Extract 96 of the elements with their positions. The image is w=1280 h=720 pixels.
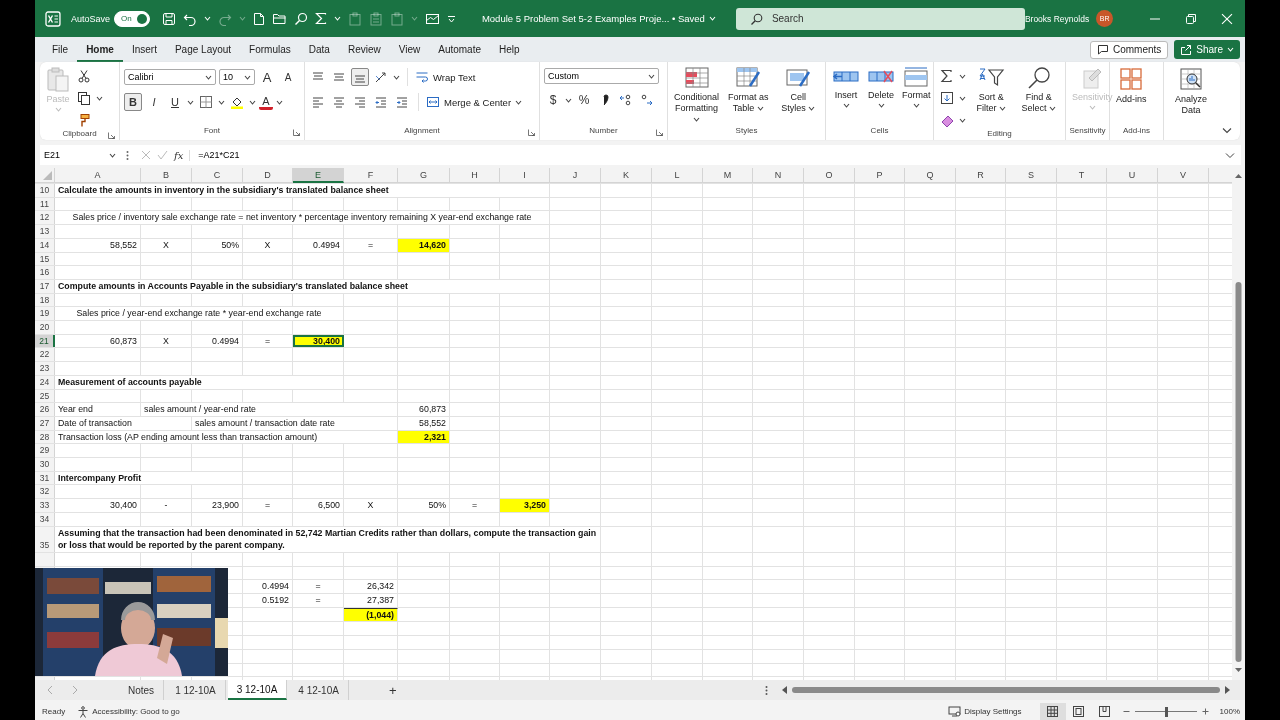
- add-sheet-button[interactable]: +: [388, 682, 397, 698]
- group-label: Styles: [735, 126, 758, 137]
- insert-function-button[interactable]: fx: [174, 149, 184, 161]
- column-header[interactable]: N: [753, 168, 804, 183]
- group-label: Clipboard: [62, 129, 97, 140]
- ribbon-button[interactable]: Add-ins: [1114, 66, 1149, 105]
- ribbon-button[interactable]: Delete: [865, 66, 897, 108]
- user-name: Brooks Reynolds: [1024, 13, 1090, 24]
- ribbon-button[interactable]: Format as Table: [724, 66, 773, 114]
- sheet-tab[interactable]: 3 12-10A: [227, 680, 288, 700]
- font-size-dropdown[interactable]: 10: [219, 69, 255, 85]
- zoom-level[interactable]: 100%: [1219, 707, 1240, 716]
- row-header[interactable]: 12: [35, 211, 55, 225]
- menu-tab[interactable]: Help: [490, 37, 529, 62]
- menu-tab[interactable]: Automate: [429, 37, 491, 62]
- autosave-label: AutoSave: [70, 13, 110, 24]
- column-header[interactable]: O: [804, 168, 855, 183]
- row-header[interactable]: 20: [35, 321, 55, 334]
- accessibility-status[interactable]: Accessibility: Good to go: [92, 707, 180, 716]
- column-header[interactable]: B: [141, 168, 192, 183]
- column-header[interactable]: Q: [905, 168, 956, 183]
- column-header[interactable]: I: [500, 168, 550, 183]
- menu-tab[interactable]: Insert: [122, 37, 166, 62]
- spreadsheet-cell: 3,250: [500, 499, 550, 512]
- number-format-dropdown[interactable]: Custom: [544, 68, 659, 84]
- display-settings-button[interactable]: Display Settings: [948, 706, 1022, 717]
- group-label: Font: [204, 126, 220, 137]
- underline-button[interactable]: U: [166, 93, 184, 111]
- row-header[interactable]: 33: [35, 499, 55, 512]
- column-header[interactable]: V: [1158, 168, 1209, 183]
- column-header[interactable]: R: [956, 168, 1006, 183]
- menu-tab[interactable]: Review: [338, 37, 390, 62]
- ribbon-button[interactable]: Format: [900, 66, 933, 108]
- menu-tab[interactable]: View: [389, 37, 430, 62]
- font-color-button[interactable]: A: [259, 94, 273, 110]
- autosave-toggle[interactable]: On: [114, 10, 150, 27]
- ribbon-button[interactable]: Find & Select: [1016, 66, 1061, 114]
- column-header[interactable]: A: [55, 168, 141, 183]
- row-header[interactable]: 13: [35, 225, 55, 238]
- formula-field[interactable]: =A21*C21: [190, 150, 1225, 160]
- column-header[interactable]: P: [855, 168, 905, 183]
- row-header[interactable]: 29: [35, 444, 55, 458]
- row-header[interactable]: 10: [35, 184, 55, 197]
- row-header[interactable]: 26: [35, 403, 55, 416]
- column-header[interactable]: K: [601, 168, 652, 183]
- column-header[interactable]: U: [1107, 168, 1158, 183]
- merge-center-button[interactable]: Merge & Center: [426, 95, 523, 109]
- document-title: Module 5 Problem Set 5-2 Examples Proje... • Saved: [481, 13, 705, 24]
- grow-font-button[interactable]: A: [258, 68, 276, 86]
- column-header[interactable]: J: [550, 168, 601, 183]
- ribbon-button[interactable]: Analyze Data: [1168, 66, 1214, 116]
- sheet-tab[interactable]: 4 12-10A: [289, 680, 349, 700]
- shrink-font-button[interactable]: A: [279, 68, 297, 86]
- group-label: Cells: [870, 126, 889, 137]
- menu-tab[interactable]: Data: [299, 37, 339, 62]
- column-header[interactable]: H: [450, 168, 500, 183]
- group-label: Editing: [987, 129, 1012, 140]
- row-header[interactable]: 16: [35, 266, 55, 279]
- ribbon-button[interactable]: Cell Styles: [775, 66, 821, 114]
- row-header[interactable]: 19: [35, 307, 55, 321]
- comments-button[interactable]: Comments: [1089, 40, 1169, 59]
- row-header[interactable]: 22: [35, 348, 55, 362]
- ribbon-button[interactable]: Insert: [830, 66, 862, 108]
- menu-tab[interactable]: Formulas: [240, 37, 300, 62]
- row-header[interactable]: 23: [35, 362, 55, 375]
- menu-tab[interactable]: Page Layout: [165, 37, 241, 62]
- wrap-text-button[interactable]: Wrap Text: [415, 70, 476, 84]
- column-header[interactable]: C: [192, 168, 243, 183]
- column-header[interactable]: E: [293, 168, 344, 183]
- italic-button[interactable]: I: [145, 93, 163, 111]
- group-label: Add-ins: [1122, 126, 1151, 137]
- column-header[interactable]: M: [703, 168, 753, 183]
- group-label: Sensitivity: [1069, 126, 1106, 137]
- column-header[interactable]: S: [1006, 168, 1057, 183]
- row-header[interactable]: 30: [35, 458, 55, 471]
- font-name-dropdown[interactable]: Calibri: [124, 69, 216, 85]
- group-label: Number: [589, 126, 618, 137]
- ribbon-button[interactable]: Sort & Filter: [969, 66, 1014, 114]
- share-button[interactable]: Share: [1174, 40, 1240, 59]
- name-box[interactable]: E21: [40, 150, 120, 160]
- column-header[interactable]: T: [1057, 168, 1107, 183]
- column-header[interactable]: F: [344, 168, 398, 183]
- group-label: Alignment: [404, 126, 440, 137]
- sheet-tab[interactable]: 1 12-10A: [166, 680, 226, 700]
- column-header[interactable]: G: [398, 168, 450, 183]
- currency-button[interactable]: $: [544, 91, 562, 109]
- status-text: Ready: [42, 707, 66, 716]
- search-field[interactable]: Search: [735, 7, 1025, 30]
- percent-button[interactable]: %: [575, 91, 593, 109]
- menu-tab[interactable]: File: [43, 37, 78, 62]
- sheet-tab[interactable]: Notes: [119, 680, 165, 700]
- row-header[interactable]: 35: [35, 526, 55, 552]
- bold-button[interactable]: B: [124, 93, 142, 111]
- ribbon-button[interactable]: Conditional Formatting: [672, 66, 722, 125]
- row-header[interactable]: 32: [35, 485, 55, 499]
- column-header[interactable]: L: [652, 168, 703, 183]
